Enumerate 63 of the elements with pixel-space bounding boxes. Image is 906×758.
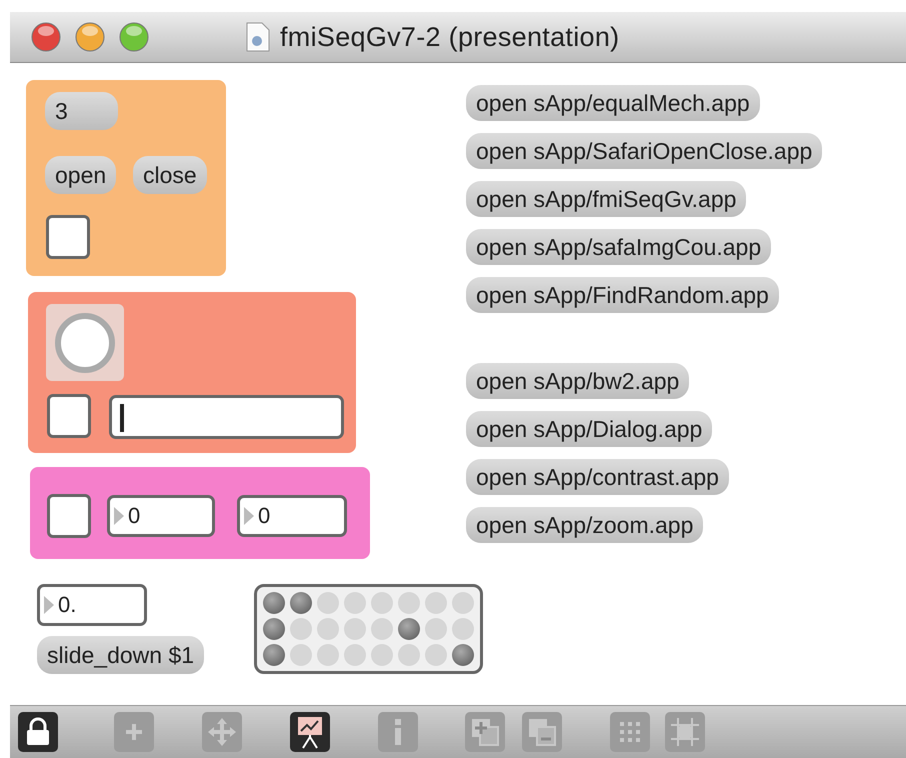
matrix-cell[interactable] [452,618,474,640]
plus-icon [124,722,144,742]
window-control-icon[interactable] [118,21,150,53]
message-box[interactable]: open sApp/zoom.app [466,507,704,543]
text-field[interactable] [109,395,344,439]
matrix-cell[interactable] [317,618,339,640]
easel-chart-icon [296,715,324,749]
matrix-cell[interactable] [344,644,366,666]
message-box[interactable]: open sApp/contrast.app [466,459,729,495]
button-matrix[interactable] [254,584,483,674]
toggle-checkbox[interactable] [46,215,90,259]
info-icon [393,718,403,746]
message-box[interactable]: 3 [45,92,118,130]
number-box[interactable]: 0 [107,495,215,537]
message-box[interactable]: open sApp/equalMech.app [466,85,760,121]
matrix-cell[interactable] [290,592,312,614]
matrix-cell[interactable] [290,644,312,666]
matrix-cell[interactable] [398,592,420,614]
message-box[interactable]: open sApp/fmiSeqGv.app [466,181,746,217]
window-title: fmiSeqGv7-2 (presentation) [280,22,620,52]
matrix-cell[interactable] [317,644,339,666]
matrix-cell[interactable] [344,592,366,614]
matrix-cell[interactable] [452,644,474,666]
move-icon [206,716,238,748]
matrix-cell[interactable] [371,618,393,640]
number-box[interactable]: 0 [237,495,347,537]
bang-button[interactable] [46,304,124,381]
message-box[interactable]: open sApp/SafariOpenClose.app [466,133,822,169]
message-box[interactable]: open sApp/Dialog.app [466,411,712,447]
number-box[interactable]: 0. [37,584,147,626]
message-box[interactable]: open sApp/safaImgCou.app [466,229,772,265]
matrix-cell[interactable] [263,618,285,640]
text-cursor [120,404,124,432]
matrix-cell[interactable] [398,644,420,666]
matrix-cell[interactable] [263,644,285,666]
window-control-icon[interactable] [30,21,62,53]
add-to-layer-icon [470,717,500,747]
toggle-checkbox[interactable] [47,494,91,538]
toggle-checkbox[interactable] [47,394,91,438]
grid-icon [618,720,642,744]
matrix-cell[interactable] [371,592,393,614]
lock-icon [25,717,51,747]
snap-grid-icon [670,717,700,747]
matrix-cell[interactable] [317,592,339,614]
message-box[interactable]: slide_down $1 [37,636,204,674]
open-button[interactable]: open [45,156,116,194]
toolbar-button[interactable] [290,712,330,752]
remove-from-layer-icon [527,717,557,747]
toolbar-button[interactable] [18,712,58,752]
window-control-icon[interactable] [74,21,106,53]
matrix-cell[interactable] [398,618,420,640]
matrix-cell[interactable] [290,618,312,640]
matrix-cell[interactable] [452,592,474,614]
close-button[interactable]: close [133,156,207,194]
message-box[interactable]: open sApp/bw2.app [466,363,690,399]
matrix-cell[interactable] [425,618,447,640]
matrix-cell[interactable] [344,618,366,640]
document-icon [246,22,270,52]
matrix-cell[interactable] [425,644,447,666]
matrix-cell[interactable] [425,592,447,614]
matrix-cell[interactable] [371,644,393,666]
message-box[interactable]: open sApp/FindRandom.app [466,277,779,313]
matrix-cell[interactable] [263,592,285,614]
